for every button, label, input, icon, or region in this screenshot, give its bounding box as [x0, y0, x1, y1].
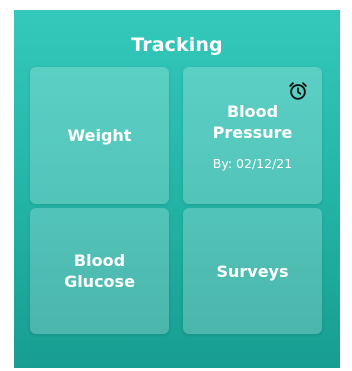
tile-label: Blood Glucose: [64, 251, 135, 291]
tile-surveys[interactable]: Surveys: [183, 208, 322, 334]
due-date: By: 02/12/21: [212, 155, 293, 171]
tile-weight[interactable]: Weight: [30, 67, 169, 204]
alarm-clock-icon[interactable]: [287, 80, 309, 102]
tile-blood-pressure[interactable]: Blood Pressure By: 02/12/21: [183, 67, 322, 204]
tile-label: Weight: [67, 126, 132, 145]
page-title: Tracking: [131, 34, 223, 56]
tile-label: Surveys: [216, 261, 289, 281]
tile-blood-glucose[interactable]: Blood Glucose: [30, 208, 169, 334]
tile-label: Blood Pressure: [212, 101, 293, 142]
